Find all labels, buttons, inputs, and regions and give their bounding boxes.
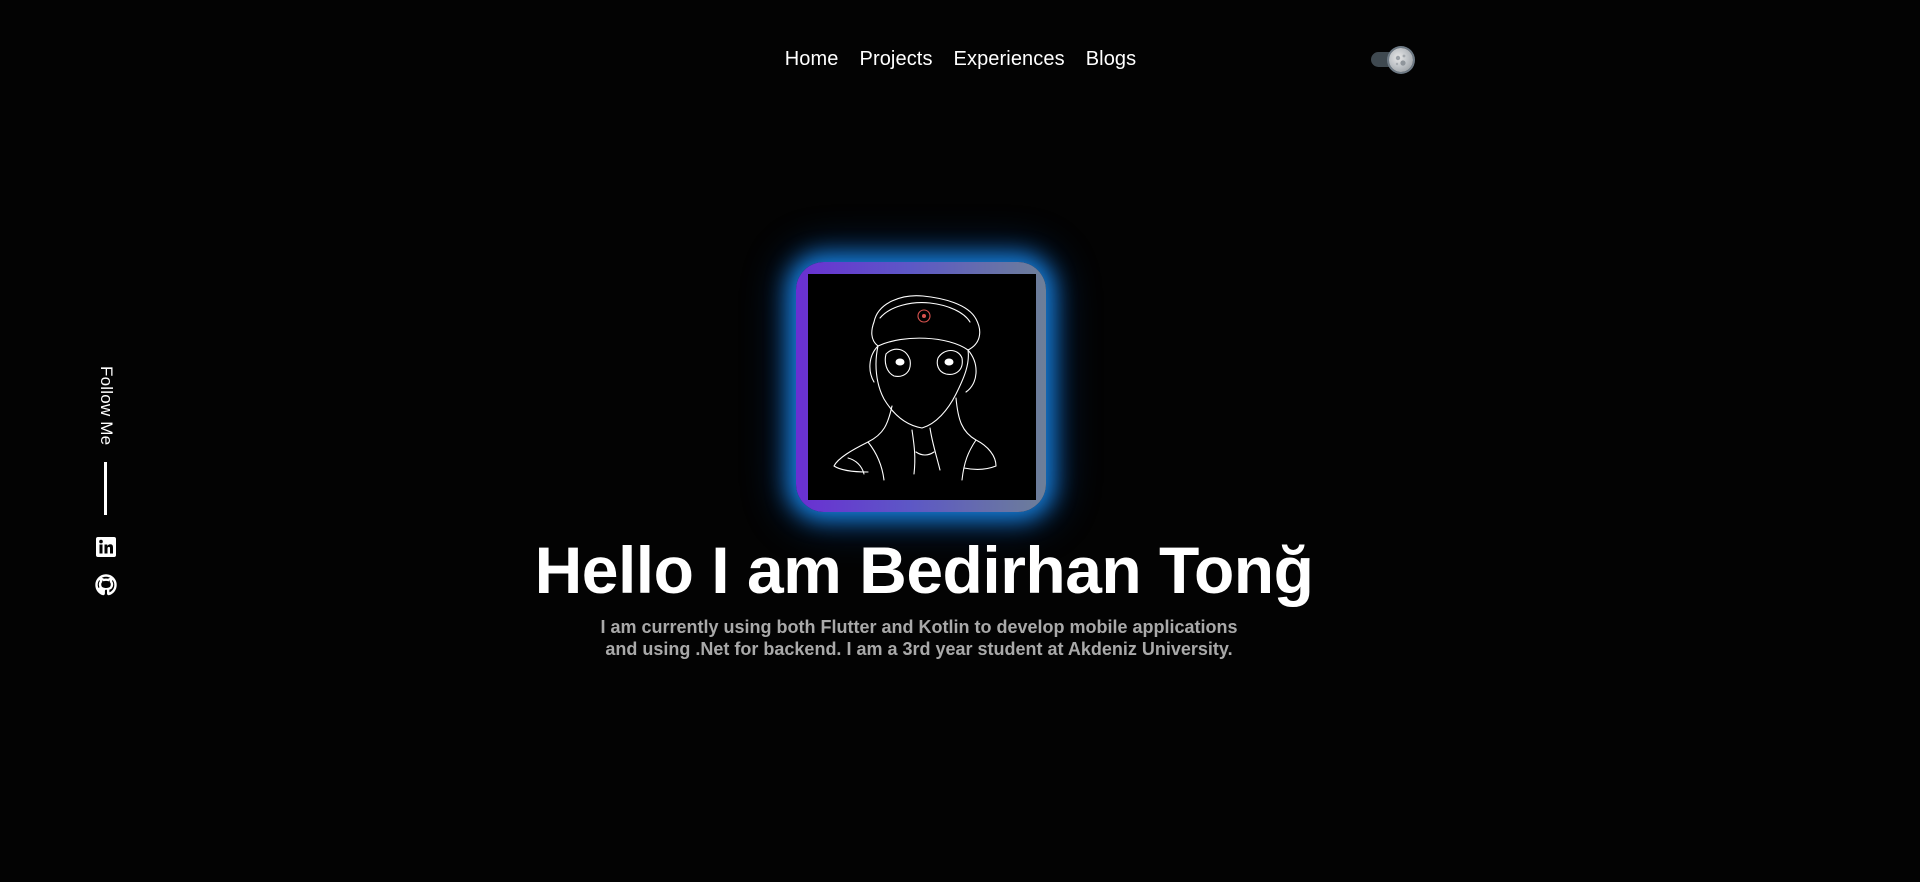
nav-projects[interactable]: Projects	[860, 44, 933, 74]
nav-blogs[interactable]: Blogs	[1086, 44, 1137, 74]
hero-description-line: I am currently using both Flutter and Ko…	[600, 617, 1238, 637]
nav-home[interactable]: Home	[785, 44, 839, 74]
follow-divider	[104, 462, 107, 515]
hero-description: I am currently using both Flutter and Ko…	[597, 616, 1241, 660]
nav-experiences[interactable]: Experiences	[954, 44, 1065, 74]
follow-me-label: Follow Me	[97, 366, 116, 446]
hero-headline: Hello I am Bedirhan Tonğ	[534, 533, 1314, 607]
moon-icon	[1389, 48, 1413, 72]
hero-description-line: and using .Net for backend. I am a 3rd y…	[605, 639, 1233, 659]
avatar-frame	[796, 262, 1046, 512]
avatar	[808, 274, 1036, 500]
top-nav: Home Projects Experiences Blogs	[0, 44, 1920, 74]
theme-toggle[interactable]	[1369, 48, 1415, 72]
